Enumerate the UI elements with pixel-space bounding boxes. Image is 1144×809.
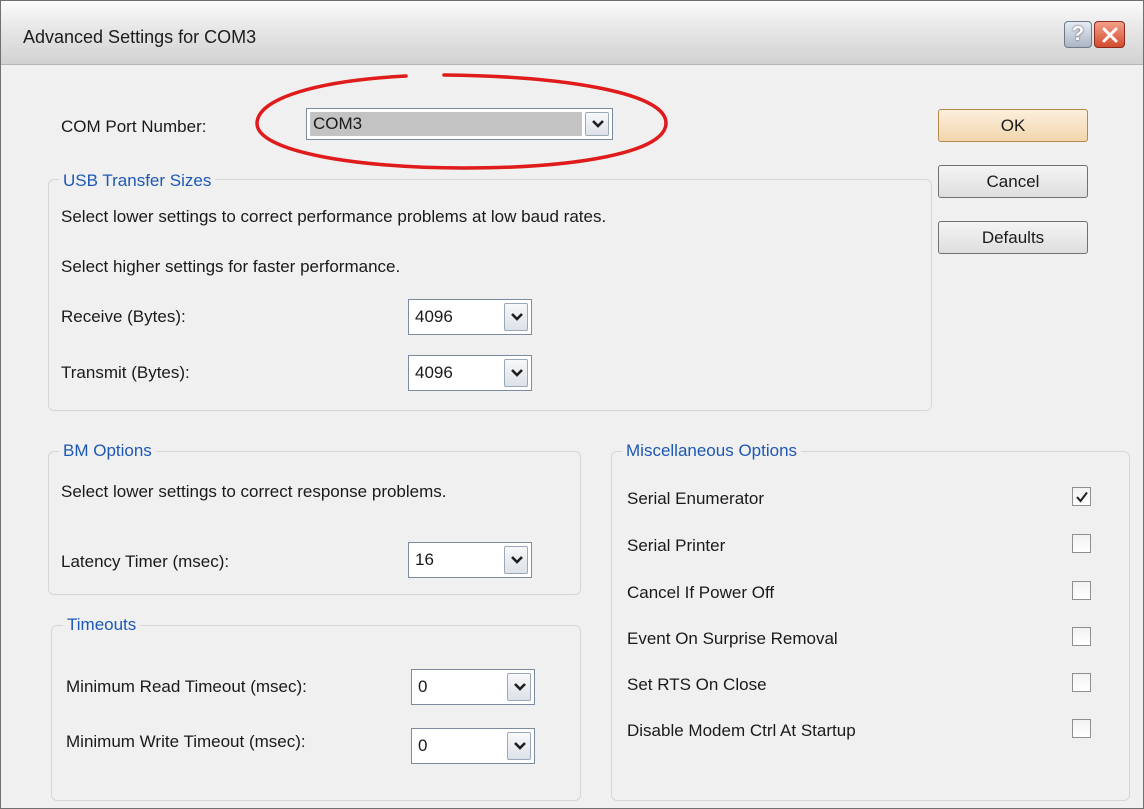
latency-dropdown-button[interactable] bbox=[504, 546, 528, 574]
serial-printer-checkbox[interactable] bbox=[1072, 534, 1091, 553]
transmit-select[interactable]: 4096 bbox=[408, 355, 532, 391]
timeouts-legend: Timeouts bbox=[63, 615, 141, 635]
advanced-settings-dialog: Advanced Settings for COM3 ? COM Port Nu… bbox=[0, 0, 1144, 809]
chevron-down-icon bbox=[511, 369, 523, 377]
chevron-down-icon bbox=[514, 742, 526, 750]
misc-option-label: Disable Modem Ctrl At Startup bbox=[627, 721, 856, 740]
misc-option-label: Cancel If Power Off bbox=[627, 583, 775, 602]
read-timeout-value: 0 bbox=[418, 677, 428, 696]
latency-label: Latency Timer (msec): bbox=[61, 552, 230, 571]
misc-option-label: Serial Printer bbox=[627, 536, 726, 555]
close-icon bbox=[1102, 27, 1118, 43]
cancel-if-power-off-checkbox[interactable] bbox=[1072, 581, 1091, 600]
receive-dropdown-button[interactable] bbox=[504, 303, 528, 331]
com-port-value: COM3 bbox=[313, 114, 363, 133]
ok-button[interactable]: OK bbox=[938, 109, 1088, 142]
transmit-value: 4096 bbox=[415, 363, 453, 382]
checkmark-icon bbox=[1076, 491, 1088, 503]
bm-options-legend: BM Options bbox=[59, 441, 156, 461]
latency-select[interactable]: 16 bbox=[408, 542, 532, 578]
com-port-label: COM Port Number: bbox=[61, 117, 207, 136]
transmit-label: Transmit (Bytes): bbox=[61, 363, 190, 382]
misc-option-label: Event On Surprise Removal bbox=[627, 629, 838, 648]
read-timeout-dropdown-button[interactable] bbox=[507, 673, 531, 701]
question-mark-icon: ? bbox=[1071, 23, 1085, 45]
disable-modem-ctrl-checkbox[interactable] bbox=[1072, 719, 1091, 738]
write-timeout-select[interactable]: 0 bbox=[411, 728, 535, 764]
latency-value: 16 bbox=[415, 550, 434, 569]
usb-hint-high: Select higher settings for faster perfor… bbox=[61, 257, 401, 276]
misc-option-label: Serial Enumerator bbox=[627, 489, 765, 508]
write-timeout-label: Minimum Write Timeout (msec): bbox=[66, 732, 306, 751]
chevron-down-icon bbox=[592, 120, 604, 128]
read-timeout-label: Minimum Read Timeout (msec): bbox=[66, 677, 307, 696]
chevron-down-icon bbox=[511, 313, 523, 321]
help-button[interactable]: ? bbox=[1064, 21, 1092, 48]
event-on-surprise-removal-checkbox[interactable] bbox=[1072, 627, 1091, 646]
misc-option-label: Set RTS On Close bbox=[627, 675, 767, 694]
usb-transfer-legend: USB Transfer Sizes bbox=[59, 171, 216, 191]
set-rts-on-close-checkbox[interactable] bbox=[1072, 673, 1091, 692]
bm-hint: Select lower settings to correct respons… bbox=[61, 482, 447, 501]
title-bar[interactable]: Advanced Settings for COM3 ? bbox=[1, 1, 1143, 65]
write-timeout-value: 0 bbox=[418, 736, 428, 755]
receive-select[interactable]: 4096 bbox=[408, 299, 532, 335]
com-port-select[interactable]: COM3 bbox=[306, 108, 613, 140]
timeouts-group bbox=[51, 625, 581, 801]
read-timeout-select[interactable]: 0 bbox=[411, 669, 535, 705]
cancel-button[interactable]: Cancel bbox=[938, 165, 1088, 198]
misc-options-legend: Miscellaneous Options bbox=[622, 441, 802, 461]
receive-label: Receive (Bytes): bbox=[61, 307, 186, 326]
window-title: Advanced Settings for COM3 bbox=[23, 27, 257, 47]
close-button[interactable] bbox=[1094, 21, 1125, 48]
chevron-down-icon bbox=[511, 556, 523, 564]
usb-hint-low: Select lower settings to correct perform… bbox=[61, 207, 607, 226]
com-port-dropdown-button[interactable] bbox=[585, 112, 609, 136]
receive-value: 4096 bbox=[415, 307, 453, 326]
serial-enumerator-checkbox[interactable] bbox=[1072, 487, 1091, 506]
chevron-down-icon bbox=[514, 683, 526, 691]
defaults-button[interactable]: Defaults bbox=[938, 221, 1088, 254]
write-timeout-dropdown-button[interactable] bbox=[507, 732, 531, 760]
transmit-dropdown-button[interactable] bbox=[504, 359, 528, 387]
